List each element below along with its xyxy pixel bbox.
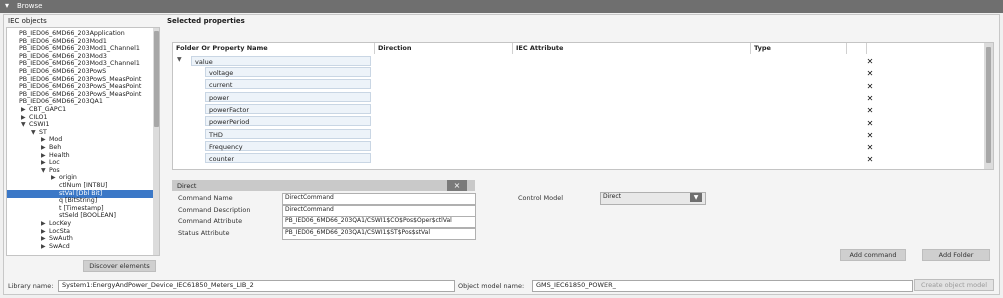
tree-item-label: Pos <box>49 166 60 174</box>
remove-icon[interactable]: ✕ <box>865 131 875 140</box>
tree-scrollbar-thumb[interactable] <box>154 31 159 127</box>
tree-item-label: PB_IED06_6MD66_203PowS_MeasPoint <box>19 83 142 91</box>
object-model-name-input[interactable]: GMS_IEC61850_POWER_ <box>532 280 913 292</box>
col-direction[interactable]: Direction <box>375 43 513 54</box>
tree-item-label: PB_IED06_6MD66_203Mod3_Channel1 <box>19 60 140 68</box>
expand-value-icon[interactable]: ▼ <box>177 56 182 63</box>
tree-item-label: LocKey <box>49 220 72 227</box>
status-attribute-input[interactable]: PB_IED06_6MD66_203QA1/CSWI1$ST$Pos$stVal <box>282 228 476 240</box>
library-name-label: Library name: <box>8 282 54 290</box>
property-cell[interactable]: current <box>205 79 371 90</box>
col-iec-attribute[interactable]: IEC Attribute <box>513 43 751 54</box>
col-actions <box>847 43 867 54</box>
object-model-name-label: Object model name: <box>458 282 525 290</box>
tree-item-label: PB_IED06_6MD66_203QA1 <box>19 98 103 106</box>
status-attribute-label: Status Attribute <box>178 229 230 237</box>
root-folder-cell[interactable]: value <box>191 56 371 66</box>
property-cell[interactable]: voltage <box>205 67 371 77</box>
tree-item-label: PB_IED06_6MD66_203Application <box>19 30 125 37</box>
tree-item-label: PB_IED06_6MD66_203Mod1 <box>19 37 107 45</box>
remove-icon[interactable]: ✕ <box>865 106 875 115</box>
create-object-model-button[interactable]: Create object model <box>914 279 994 291</box>
chevron-down-icon[interactable]: ▼ <box>690 193 702 202</box>
property-cell[interactable]: powerPeriod <box>205 116 371 127</box>
tree-item-label: SwAuth <box>49 235 73 243</box>
remove-icon[interactable]: ✕ <box>865 69 875 78</box>
tree-item-label: Loc <box>49 159 60 167</box>
remove-icon[interactable]: ✕ <box>865 82 875 91</box>
tree-scrollbar[interactable] <box>153 28 159 255</box>
tree-item-label: stSeld [BOOLEAN] <box>59 212 116 220</box>
control-model-label: Control Model <box>518 194 564 202</box>
add-folder-button[interactable]: Add Folder <box>922 249 990 261</box>
property-cell[interactable]: counter <box>205 153 371 164</box>
discover-elements-button[interactable]: Discover elements <box>83 260 156 272</box>
remove-icon[interactable]: ✕ <box>865 119 875 128</box>
properties-grid[interactable]: Folder Or Property Name Direction IEC At… <box>172 42 994 170</box>
property-cell[interactable]: Frequency <box>205 140 371 151</box>
col-type[interactable]: Type <box>751 43 847 54</box>
add-command-button[interactable]: Add command <box>840 249 906 261</box>
collapse-chevron-icon[interactable]: ▾ <box>5 1 9 10</box>
remove-icon[interactable]: ✕ <box>865 94 875 103</box>
property-cell[interactable]: power <box>205 91 371 102</box>
window-titlebar: ▾ Browse <box>0 0 1003 13</box>
tree-item-label: PB_IED06_6MD66_203PowS <box>19 68 107 75</box>
grid-scrollbar[interactable] <box>984 43 993 169</box>
property-cell[interactable]: powerFactor <box>205 103 371 114</box>
tree-item-label: LocSta <box>49 227 71 235</box>
remove-icon[interactable]: ✕ <box>865 155 875 164</box>
grid-scrollbar-thumb[interactable] <box>986 47 991 163</box>
tree-item-label: origin <box>59 174 77 182</box>
close-detail-icon[interactable]: × <box>447 180 467 191</box>
command-description-label: Command Description <box>178 206 251 214</box>
control-model-select[interactable]: Direct ▼ <box>600 192 706 205</box>
remove-icon[interactable]: ✕ <box>865 57 875 66</box>
tree-item-label: Health <box>49 151 70 159</box>
expand-arrow-icon[interactable]: ▶ <box>41 243 49 251</box>
tree-item-label: PB_IED06_6MD66_203PowS_MeasPoint <box>19 75 142 83</box>
command-name-input[interactable]: DirectCommand <box>282 193 476 205</box>
window-title: Browse <box>17 2 43 10</box>
tree-item-label: stVal [Dbl Bit] <box>59 189 103 197</box>
iec-object-tree[interactable]: PB_IED06_6MD66_203Application PB_IED06_6M… <box>6 27 160 256</box>
tree-item-label: CILO1 <box>29 113 48 121</box>
control-model-value: Direct <box>603 193 621 200</box>
command-attribute-label: Command Attribute <box>178 217 243 225</box>
col-folder-name[interactable]: Folder Or Property Name <box>173 43 375 54</box>
tree-item-label: CBT_GAPC1 <box>29 106 67 113</box>
property-cell[interactable]: THD <box>205 128 371 139</box>
command-attribute-input[interactable]: PB_IED06_6MD66_203QA1/CSWI1$CO$Pos$Oper$… <box>282 216 476 228</box>
command-name-label: Command Name <box>178 194 233 202</box>
selected-properties-header: Selected properties <box>167 17 245 25</box>
command-detail-title: Direct <box>177 182 197 190</box>
tree-item[interactable]: ▶ SwAcd <box>7 242 159 251</box>
tree-item-label: PB_IED06_6MD66_203Mod3 <box>19 52 107 60</box>
tree-item-label: PB_IED06_6MD66_203PowS_MeasPoint <box>19 90 142 98</box>
tree-item-label: ctlNum [INT8U] <box>59 182 108 189</box>
library-name-input[interactable]: System1:EnergyAndPower_Device_IEC61850_M… <box>58 280 455 292</box>
tree-item-label: SwAcd <box>49 242 70 250</box>
command-detail-header: Direct × <box>172 180 475 191</box>
tree-item-label: ST <box>39 128 47 136</box>
tree-item-label: Mod <box>49 136 63 144</box>
iec-objects-header: IEC objects <box>8 17 47 25</box>
tree-item-label: PB_IED06_6MD66_203Mod1_Channel1 <box>19 45 140 53</box>
tree-item-label: CSWI1 <box>29 121 50 129</box>
tree-item-label: q [BitString] <box>59 197 98 205</box>
tree-item-label: t [Timestamp] <box>59 204 104 212</box>
remove-icon[interactable]: ✕ <box>865 143 875 152</box>
tree-item-label: Beh <box>49 144 62 151</box>
